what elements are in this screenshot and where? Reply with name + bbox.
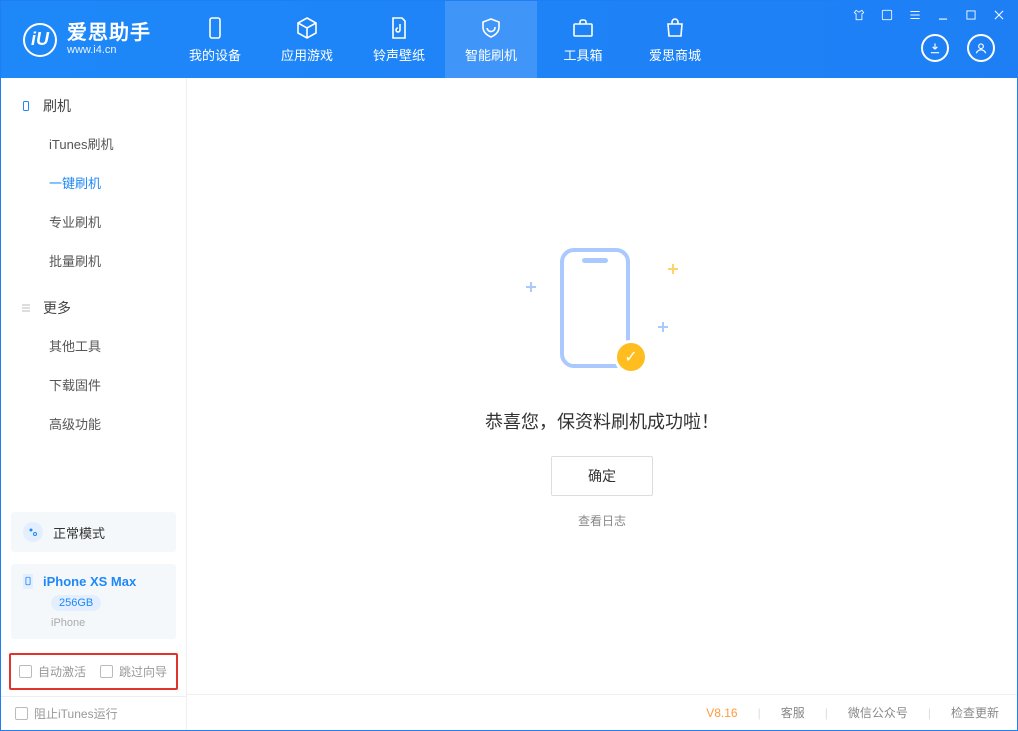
- checkbox-icon: [15, 707, 28, 720]
- nav-my-device[interactable]: 我的设备: [169, 1, 261, 78]
- device-name: iPhone XS Max: [43, 574, 136, 589]
- nav-label: 我的设备: [189, 45, 241, 64]
- cube-icon: [295, 16, 319, 40]
- sidebar-item-other-tools[interactable]: 其他工具: [1, 326, 186, 365]
- sidebar-list-more: 其他工具 下载固件 高级功能: [1, 326, 186, 443]
- main-content: ✓ 恭喜您，保资料刷机成功啦！ 确定 查看日志 V8.16 | 客服 | 微信公…: [187, 78, 1017, 730]
- shopping-bag-icon: [663, 16, 687, 40]
- minimize-icon[interactable]: [935, 7, 951, 23]
- checkbox-label: 自动激活: [38, 663, 86, 680]
- top-nav: 我的设备 应用游戏 铃声壁纸 智能刷机 工具箱 爱思商城: [169, 1, 721, 78]
- section-title: 更多: [43, 298, 71, 318]
- app-window: iU 爱思助手 www.i4.cn 我的设备 应用游戏 铃声壁纸 智能刷机: [0, 0, 1018, 731]
- sidebar-item-itunes-flash[interactable]: iTunes刷机: [1, 124, 186, 163]
- success-message: 恭喜您，保资料刷机成功啦！: [485, 408, 719, 434]
- device-mode-box[interactable]: 正常模式: [11, 512, 176, 552]
- device-capacity: 256GB: [51, 595, 101, 611]
- nav-smart-flash[interactable]: 智能刷机: [445, 1, 537, 78]
- sidebar-item-download-firmware[interactable]: 下载固件: [1, 365, 186, 404]
- sidebar-item-pro-flash[interactable]: 专业刷机: [1, 202, 186, 241]
- user-account-icon[interactable]: [967, 34, 995, 62]
- briefcase-icon: [571, 16, 595, 40]
- checkbox-skip-guide[interactable]: 跳过向导: [100, 663, 167, 680]
- menu-icon[interactable]: [907, 7, 923, 23]
- sidebar: 刷机 iTunes刷机 一键刷机 专业刷机 批量刷机 更多 其他工具 下载固件 …: [1, 78, 187, 730]
- checkbox-auto-activate[interactable]: 自动激活: [19, 663, 86, 680]
- checkbox-label: 跳过向导: [119, 663, 167, 680]
- sidebar-item-oneclick-flash[interactable]: 一键刷机: [1, 163, 186, 202]
- checkbox-block-itunes[interactable]: 阻止iTunes运行: [1, 696, 186, 730]
- shirt-icon[interactable]: [851, 7, 867, 23]
- nav-apps-games[interactable]: 应用游戏: [261, 1, 353, 78]
- nav-toolbox[interactable]: 工具箱: [537, 1, 629, 78]
- logo-icon: iU: [23, 23, 57, 57]
- close-icon[interactable]: [991, 7, 1007, 23]
- ok-button[interactable]: 确定: [551, 456, 653, 496]
- logo-title: 爱思助手: [67, 22, 151, 44]
- logo-subtitle: www.i4.cn: [67, 44, 151, 56]
- footer-link-update[interactable]: 检查更新: [951, 704, 999, 721]
- feedback-icon[interactable]: [879, 7, 895, 23]
- mode-label: 正常模式: [53, 523, 105, 542]
- version-label: V8.16: [706, 706, 737, 720]
- footer-link-support[interactable]: 客服: [781, 704, 805, 721]
- nav-label: 智能刷机: [465, 45, 517, 64]
- sidebar-item-advanced[interactable]: 高级功能: [1, 404, 186, 443]
- sidebar-section-more: 更多: [1, 280, 186, 326]
- footer: V8.16 | 客服 | 微信公众号 | 检查更新: [187, 694, 1017, 730]
- checkbox-icon: [19, 665, 32, 678]
- sidebar-section-flash: 刷机: [1, 78, 186, 124]
- body: 刷机 iTunes刷机 一键刷机 专业刷机 批量刷机 更多 其他工具 下载固件 …: [1, 78, 1017, 730]
- titlebar-controls: [851, 7, 1007, 23]
- sidebar-list-flash: iTunes刷机 一键刷机 专业刷机 批量刷机: [1, 124, 186, 280]
- logo: iU 爱思助手 www.i4.cn: [1, 22, 169, 56]
- nav-label: 应用游戏: [281, 45, 333, 64]
- sparkle-icon: [658, 322, 668, 332]
- refresh-shield-icon: [479, 16, 503, 40]
- nav-store[interactable]: 爱思商城: [629, 1, 721, 78]
- device-icon: [19, 99, 33, 113]
- device-type: iPhone: [51, 617, 164, 629]
- checkbox-label: 阻止iTunes运行: [34, 705, 118, 722]
- download-manager-icon[interactable]: [921, 34, 949, 62]
- sidebar-item-batch-flash[interactable]: 批量刷机: [1, 241, 186, 280]
- footer-link-wechat[interactable]: 微信公众号: [848, 704, 908, 721]
- mode-icon: [23, 522, 43, 542]
- header: iU 爱思助手 www.i4.cn 我的设备 应用游戏 铃声壁纸 智能刷机: [1, 1, 1017, 78]
- nav-label: 工具箱: [563, 45, 602, 64]
- maximize-icon[interactable]: [963, 7, 979, 23]
- device-card[interactable]: iPhone XS Max 256GB iPhone: [11, 564, 176, 639]
- nav-label: 爱思商城: [649, 45, 701, 64]
- nav-label: 铃声壁纸: [373, 45, 425, 64]
- phone-icon: [203, 16, 227, 40]
- checkbox-icon: [100, 665, 113, 678]
- phone-small-icon: [23, 574, 33, 589]
- logo-text: 爱思助手 www.i4.cn: [67, 22, 151, 56]
- sparkle-icon: [526, 282, 536, 292]
- list-icon: [19, 301, 33, 315]
- sparkle-icon: [668, 264, 678, 274]
- header-right: [921, 34, 1017, 62]
- highlighted-options: 自动激活 跳过向导: [9, 653, 178, 690]
- nav-ringtone-wallpaper[interactable]: 铃声壁纸: [353, 1, 445, 78]
- section-title: 刷机: [43, 96, 71, 116]
- music-file-icon: [387, 16, 411, 40]
- success-illustration: ✓: [512, 240, 692, 380]
- view-log-link[interactable]: 查看日志: [578, 512, 626, 529]
- checkmark-badge-icon: ✓: [614, 340, 648, 374]
